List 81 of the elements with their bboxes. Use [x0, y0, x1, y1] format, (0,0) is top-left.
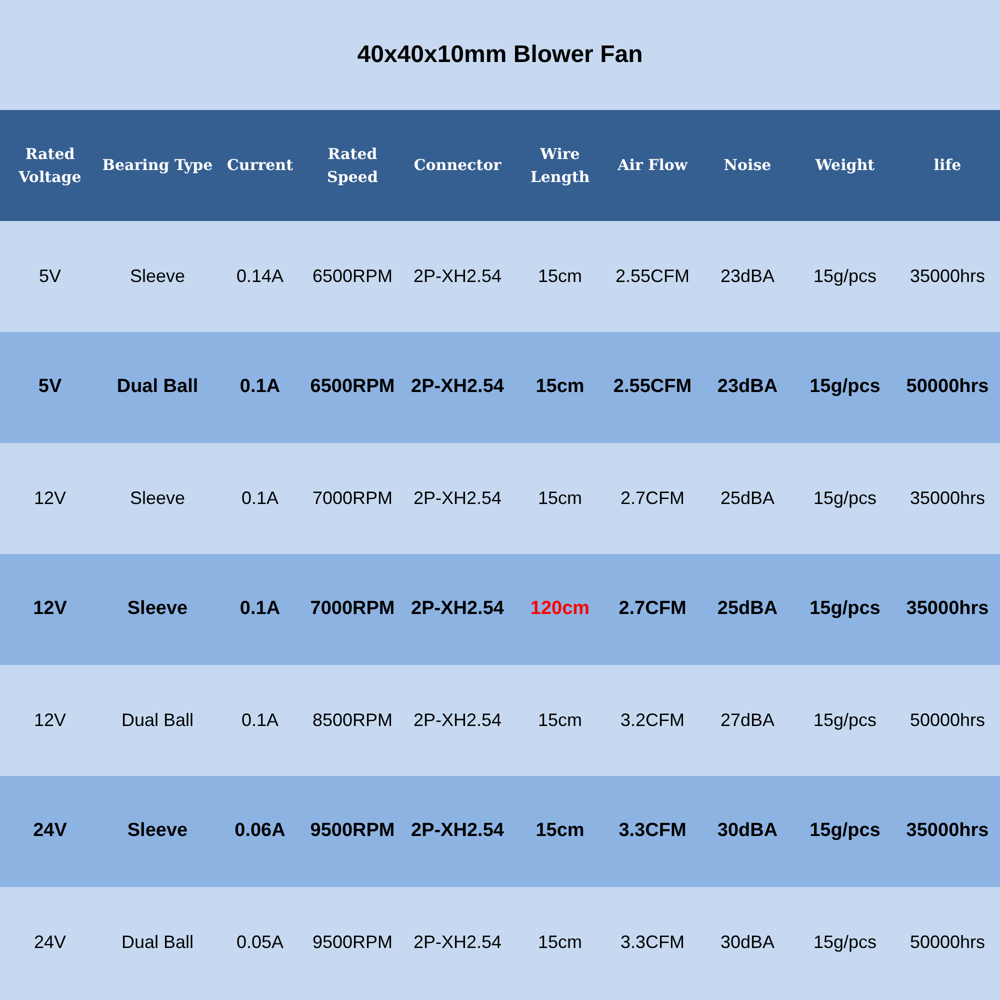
table-cell-text: 2P-XH2.54	[411, 819, 504, 844]
table-cell-text: 12V	[33, 597, 67, 622]
table-cell-text: 50000hrs	[910, 931, 986, 954]
table-cell-text: 7000RPM	[312, 487, 393, 510]
table-cell-text: 120cm	[530, 597, 590, 622]
table-cell-text: Sleeve	[130, 265, 186, 288]
table-cell-text: 8500RPM	[312, 709, 393, 732]
table-cell-text: 5V	[38, 375, 62, 400]
table-cell-text: 27dBA	[720, 709, 775, 732]
table-cell-text: 3.3CFM	[618, 819, 686, 844]
table-cell-text: 3.3CFM	[620, 931, 684, 954]
table-cell-text: 15cm	[538, 487, 582, 510]
table-cell-text: Dual Ball	[121, 931, 194, 954]
table-cell-text: 15g/pcs	[813, 931, 877, 954]
table-cell-text: Sleeve	[127, 819, 188, 844]
table-cell-text: 15cm	[538, 709, 582, 732]
table-cell-text: 0.1A	[240, 375, 280, 400]
table-cell-text: 30dBA	[717, 819, 778, 844]
table-cell-text: 15g/pcs	[810, 819, 880, 844]
table-cell-text: 2P-XH2.54	[413, 709, 502, 732]
table-cell-text: 9500RPM	[312, 931, 393, 954]
table-cell-text: 24V	[33, 819, 67, 844]
table-cell-text: 9500RPM	[310, 819, 395, 844]
table-cell-text: 15cm	[538, 265, 582, 288]
table-cell-text: 15cm	[538, 931, 582, 954]
table-cell-text: 3.2CFM	[620, 709, 684, 732]
table-cell-text: 2P-XH2.54	[413, 931, 502, 954]
table-cell-text: 23dBA	[720, 265, 775, 288]
table-cell-text: 15g/pcs	[810, 597, 880, 622]
table-cell-text: Sleeve	[130, 487, 186, 510]
table-cell-text: 2P-XH2.54	[411, 375, 504, 400]
table-cell-text: 2P-XH2.54	[411, 597, 504, 622]
table-cell-text: 2P-XH2.54	[413, 487, 502, 510]
table-cell-text: 5V	[38, 265, 62, 288]
table-cell-text: 15cm	[536, 819, 584, 844]
table-cell-text: 2P-XH2.54	[413, 265, 502, 288]
table-cell-text: 25dBA	[717, 597, 778, 622]
column-header: Current	[226, 155, 294, 176]
column-header: Bearing Type	[102, 155, 213, 176]
column-header: Rated Speed	[326, 144, 379, 188]
table-cell-text: 12V	[34, 487, 66, 510]
column-header: Air Flow	[618, 155, 688, 176]
table-cell-text: 12V	[34, 709, 66, 732]
column-header: life	[934, 155, 962, 176]
table-cell-text: 15g/pcs	[810, 375, 880, 400]
column-header: Rated Voltage	[18, 144, 82, 188]
table-cell-text: 15cm	[536, 375, 584, 400]
table-cell-text: Sleeve	[127, 597, 188, 622]
column-header: Weight	[815, 155, 875, 176]
table-cell-text: Dual Ball	[121, 709, 194, 732]
table-cell-text: 0.1A	[240, 597, 280, 622]
table-cell-text: 23dBA	[717, 375, 778, 400]
table-cell-text: 2.7CFM	[620, 487, 684, 510]
table-cell-text: 2.55CFM	[613, 375, 692, 400]
table-cell-text: 0.1A	[241, 487, 279, 510]
table-cell-text: 2.55CFM	[615, 265, 690, 288]
table-cell-text: 7000RPM	[310, 597, 395, 622]
table-cell-text: 0.14A	[236, 265, 284, 288]
table-cell-text: 50000hrs	[910, 709, 986, 732]
table-cell-text: Dual Ball	[116, 375, 198, 400]
table-cell-text: 15g/pcs	[813, 265, 877, 288]
table-cell-text: 15g/pcs	[813, 709, 877, 732]
table-cell-text: 35000hrs	[910, 265, 986, 288]
column-header: Wire Length	[529, 144, 591, 188]
table-cell-text: 35000hrs	[906, 597, 989, 622]
table-cell-text: 35000hrs	[910, 487, 986, 510]
table-cell-text: 50000hrs	[906, 375, 989, 400]
table-title: 40x40x10mm Blower Fan	[357, 40, 643, 70]
table-cell-text: 0.1A	[241, 709, 279, 732]
column-header: Connector	[414, 155, 502, 176]
table-cell-text: 30dBA	[720, 931, 775, 954]
table-cell-text: 0.05A	[236, 931, 284, 954]
table-cell-text: 0.06A	[234, 819, 286, 844]
table-cell-text: 25dBA	[720, 487, 775, 510]
table-cell-text: 15g/pcs	[813, 487, 877, 510]
column-header: Noise	[724, 155, 772, 176]
table-cell-text: 24V	[34, 931, 66, 954]
table-cell-text: 6500RPM	[312, 265, 393, 288]
table-cell-text: 35000hrs	[906, 819, 989, 844]
table-cell-text: 6500RPM	[310, 375, 395, 400]
table-cell-text: 2.7CFM	[618, 597, 686, 622]
